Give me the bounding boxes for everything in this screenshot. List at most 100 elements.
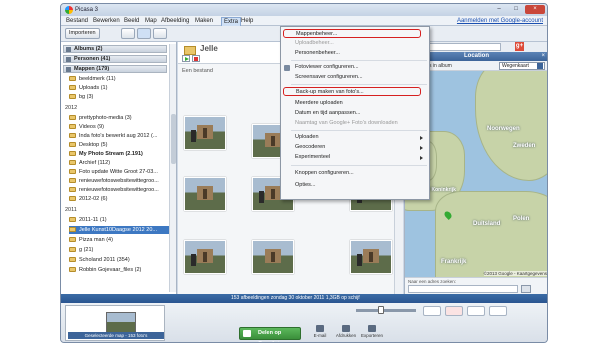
- folder-item[interactable]: My Photo Stream (2.191): [69, 150, 169, 158]
- folder-item[interactable]: prettyphoto-media (3): [69, 114, 169, 122]
- folders-section[interactable]: Mappen (179): [63, 65, 167, 73]
- people-tool-icon[interactable]: [423, 306, 441, 316]
- google-plus-icon[interactable]: g+: [515, 42, 524, 51]
- close-location-icon[interactable]: ×: [541, 52, 545, 61]
- folder-item[interactable]: renieuwefotoswebsitewittegroo...: [69, 177, 169, 185]
- info-tool-icon[interactable]: [489, 306, 507, 316]
- menu-map[interactable]: Map: [145, 17, 157, 25]
- menu-item-datum-tijd[interactable]: Datum en tijd aanpassen...: [295, 109, 360, 118]
- menu-maken[interactable]: Maken: [195, 17, 213, 25]
- photo-content: [203, 252, 207, 262]
- slider-knob[interactable]: [378, 306, 384, 314]
- folder-item[interactable]: Archief (112): [69, 159, 169, 167]
- folder-label: Inda foto's bewerkt aug 2012 (...: [79, 133, 158, 139]
- menu-item-personenbeheer[interactable]: Personenbeheer...: [295, 49, 340, 58]
- minimize-icon[interactable]: –: [491, 5, 507, 14]
- share-google-plus-button[interactable]: Delen op Google+: [239, 327, 301, 342]
- menu-separator: [291, 130, 427, 131]
- photo-thumbnail[interactable]: [184, 240, 226, 274]
- folder-item[interactable]: Scholand 2011 (354): [69, 256, 169, 264]
- folder-label: beeldmerk (11): [79, 76, 116, 82]
- menu-help[interactable]: Help: [241, 17, 253, 25]
- menu-item-naamtag[interactable]: Naamtag van Google+ Foto's downloaden: [295, 119, 398, 128]
- photo-content: [259, 190, 264, 203]
- menu-separator: [291, 84, 427, 85]
- folder-label: 2011-11 (1): [79, 217, 107, 223]
- albums-section[interactable]: Albums (2): [63, 45, 167, 53]
- folder-item[interactable]: Robbin Gojevaar_files (2): [69, 266, 169, 274]
- photo-thumbnail[interactable]: [184, 177, 226, 211]
- view-grid-icon[interactable]: [137, 28, 151, 39]
- menu-item-uploadbeheer[interactable]: Uploadbeheer...: [295, 39, 334, 48]
- menu-item-opties[interactable]: Opties...: [295, 181, 315, 190]
- menu-beeld[interactable]: Beeld: [124, 17, 139, 25]
- folder-item[interactable]: Foto update Witte Groot 27-03...: [69, 168, 169, 176]
- photo-thumbnail[interactable]: [184, 116, 226, 150]
- address-input[interactable]: [408, 285, 518, 293]
- submenu-arrow-icon: [420, 156, 423, 160]
- folder-label: prettyphoto-media (3): [79, 115, 132, 121]
- location-tool-icon[interactable]: [445, 306, 463, 316]
- folder-item[interactable]: 2011-11 (1): [69, 216, 169, 224]
- menu-item-mappenbeheer[interactable]: Mappenbeheer...: [283, 29, 421, 38]
- map-copyright: ©2013 Google - Kaartgegevens: [483, 271, 547, 276]
- albums-label: Albums (2): [74, 46, 103, 52]
- folder-item[interactable]: 2012-02 (6): [69, 195, 169, 203]
- collapse-icon: [66, 67, 71, 72]
- maximize-icon[interactable]: □: [508, 5, 524, 14]
- menu-afbeelding[interactable]: Afbeelding: [161, 17, 189, 25]
- menu-item-uploaden[interactable]: Uploaden: [295, 133, 319, 142]
- folder-icon: [69, 178, 76, 183]
- folder-item[interactable]: Videos (9): [69, 123, 169, 131]
- menu-item-backup[interactable]: Back-up maken van foto's...: [283, 87, 421, 96]
- folder-scrollbar[interactable]: [169, 44, 176, 292]
- menu-item-screensaver[interactable]: Screensaver configureren...: [295, 73, 363, 82]
- folder-item[interactable]: Desktop (5): [69, 141, 169, 149]
- movie-icon[interactable]: [192, 55, 200, 62]
- menu-item-geocoderen[interactable]: Geocoderen: [295, 143, 325, 152]
- close-icon[interactable]: ×: [525, 5, 545, 14]
- email-button[interactable]: E-mail: [309, 325, 331, 338]
- folder-icon: [69, 160, 76, 165]
- thumbnail-size-slider[interactable]: [356, 306, 416, 314]
- folder-icon: [69, 169, 76, 174]
- menu-item-knoppen[interactable]: Knoppen configureren...: [295, 169, 354, 178]
- import-label: Importeren: [69, 30, 96, 36]
- photo-thumbnail[interactable]: [350, 240, 392, 274]
- folder-item[interactable]: g (21): [69, 246, 169, 254]
- folder-item[interactable]: Uploads (1): [69, 84, 169, 92]
- play-slideshow-icon[interactable]: [182, 55, 190, 62]
- folder-title: Jelle: [200, 44, 218, 53]
- export-button[interactable]: Exporteren: [361, 325, 383, 338]
- submenu-arrow-icon: [420, 146, 423, 150]
- folder-item[interactable]: renieuwefotoswebsitewittegroo...: [69, 186, 169, 194]
- photo-tray[interactable]: Geselecteerde map - 153 foto's: [65, 305, 165, 341]
- folders-label: Mappen (179): [74, 66, 110, 72]
- folder-item[interactable]: beeldmerk (11): [69, 75, 169, 83]
- photo-content: [271, 252, 275, 262]
- menu-item-fotoviewer[interactable]: Fotoviewer configureren...: [295, 63, 359, 72]
- folder-item[interactable]: Pizza man (4): [69, 236, 169, 244]
- view-detail-icon[interactable]: [153, 28, 167, 39]
- print-button[interactable]: Afdrukken: [335, 325, 357, 338]
- folder-item[interactable]: bg (3): [69, 93, 169, 101]
- import-button[interactable]: Importeren: [65, 28, 100, 39]
- folder-item[interactable]: Inda foto's bewerkt aug 2012 (...: [69, 132, 169, 140]
- menu-item-meerdere-uploaden[interactable]: Meerdere uploaden: [295, 99, 343, 108]
- folder-label: Archief (112): [79, 160, 111, 166]
- menu-bestand[interactable]: Bestand: [66, 17, 88, 25]
- scrollbar-thumb[interactable]: [171, 114, 176, 164]
- submenu-arrow-icon: [420, 136, 423, 140]
- menu-item-experimenteel[interactable]: Experimenteel: [295, 153, 330, 162]
- view-list-icon[interactable]: [121, 28, 135, 39]
- signin-link[interactable]: Aanmelden met Google-account: [457, 17, 543, 25]
- folder-item-selected[interactable]: Jelle Kunst10Daagse 2012 20...: [69, 226, 169, 234]
- tag-tool-icon[interactable]: [467, 306, 485, 316]
- map-type-select[interactable]: Wegenkaart: [499, 62, 545, 70]
- people-section[interactable]: Personen (41): [63, 55, 167, 63]
- photo-thumbnail[interactable]: [252, 240, 294, 274]
- menu-bewerken[interactable]: Bewerken: [93, 17, 120, 25]
- folder-label: renieuwefotoswebsitewittegroo...: [79, 187, 159, 193]
- address-search-button[interactable]: [521, 285, 531, 293]
- picasa-logo-icon: [65, 6, 73, 14]
